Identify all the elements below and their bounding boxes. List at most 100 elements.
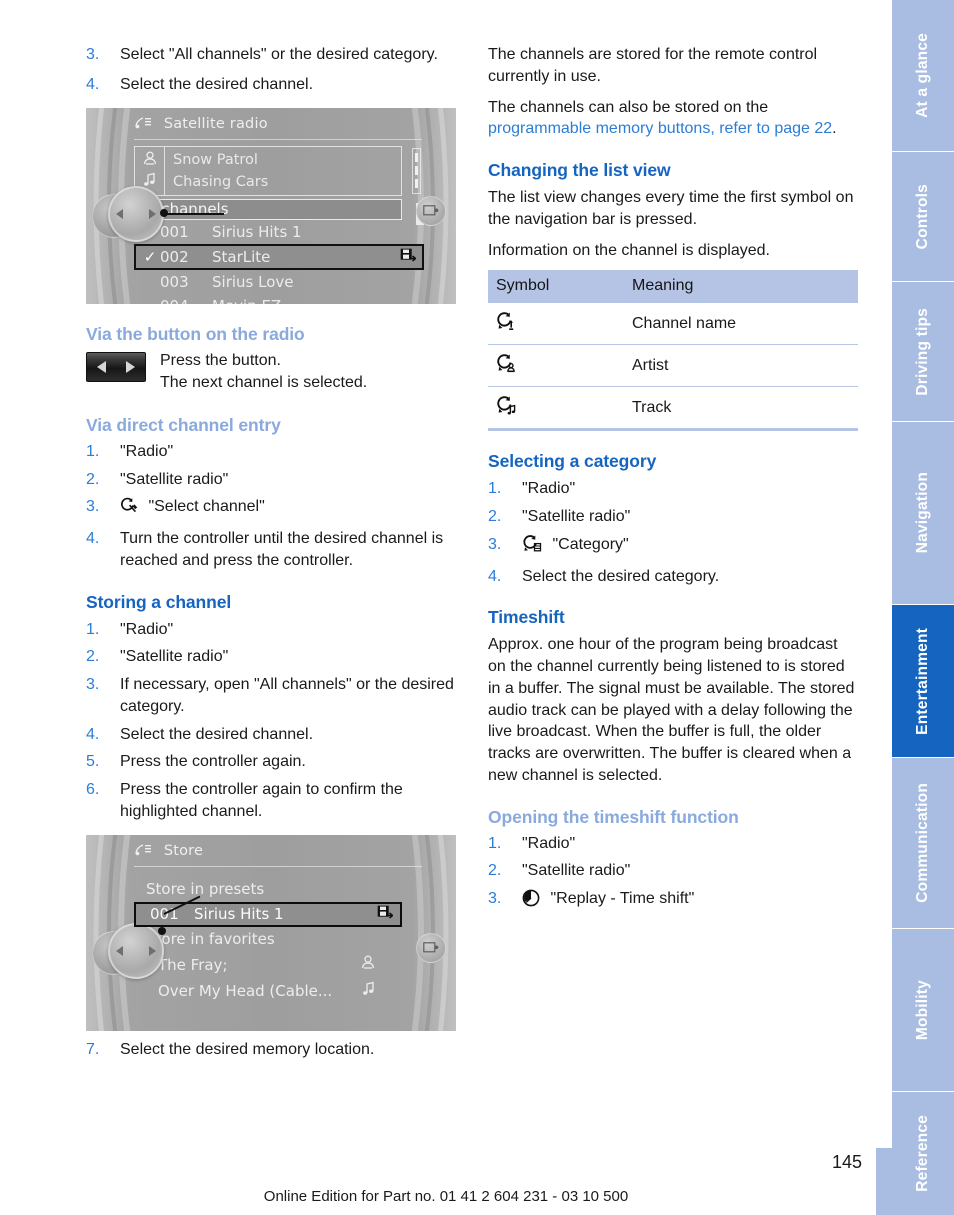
step-text: Select "All channels" or the desired cat… (120, 46, 438, 63)
meaning-track: Track (624, 386, 858, 432)
music-note-icon (361, 981, 402, 1000)
sidebar-tab-reference[interactable]: Reference (892, 1092, 954, 1215)
list-item: 4. Select the desired channel. (86, 74, 456, 96)
idrive-title-text: Store (163, 842, 204, 859)
step-number: 2. (488, 862, 502, 880)
step-text: Select the desired category. (522, 567, 720, 585)
step-text: "Radio" (120, 620, 174, 638)
paragraph-timeshift: Approx. one hour of the program being br… (488, 636, 855, 784)
paragraph-list-view-2: Information on the channel is displayed. (488, 241, 770, 259)
list-item: 4. Select the desired channel. (86, 724, 456, 746)
store-favorite-row[interactable]: Over My Head (Cable... (134, 978, 402, 1004)
idrive-content-list: Snow Patrol Chasing Cars All channels 00… (134, 145, 424, 304)
step-number: 3. (86, 46, 100, 63)
now-playing-track: Chasing Cars (173, 173, 269, 190)
select-channel-icon (120, 497, 139, 522)
step-number: 6. (86, 781, 100, 799)
sidebar-tab-label: Communication (914, 783, 931, 903)
artist-circle-icon (488, 344, 624, 388)
heading-opening-timeshift-function: Opening the timeshift function (488, 806, 739, 827)
list-item: 1. "Radio" (488, 833, 858, 855)
channel-name: Sirius Love (212, 272, 294, 291)
list-section-header[interactable]: All channels (134, 198, 402, 220)
favorite-name: Over My Head (Cable... (158, 981, 333, 1000)
channel-row-selected[interactable]: ✓ 002 StarLite (134, 243, 424, 270)
channel-name: StarLite (212, 247, 271, 266)
knob-left-arrow-icon (116, 208, 123, 219)
store-favorite-row[interactable]: The Fray; (134, 952, 402, 978)
step-text: "Select channel" (148, 498, 265, 516)
list-item: 7. Select the desired memory location. (86, 1039, 456, 1061)
list-item: 4. Select the desired category. (488, 566, 858, 588)
select-category-steps-list: 1. "Radio" 2. "Satellite radio" 3. "Cate… (488, 478, 858, 587)
list-item: 3. "Category" (488, 534, 858, 560)
para-prefix: The channels can also be stored on the (488, 98, 769, 116)
step-number: 1. (86, 620, 100, 638)
store-preset-row-selected[interactable]: 001 Sirius Hits 1 (134, 901, 402, 927)
step-text: "Radio" (522, 480, 576, 498)
knob-face[interactable] (108, 922, 164, 979)
sidebar-tab-at-a-glance[interactable]: At a glance (892, 0, 954, 151)
step-text: Press the controller again to confirm th… (120, 781, 403, 820)
step-number: 3. (488, 890, 502, 907)
now-playing-box: Snow Patrol Chasing Cars (134, 145, 421, 196)
category-icon (522, 534, 543, 560)
sidebar-tab-label: Entertainment (914, 627, 931, 735)
meaning-artist: Artist (624, 344, 858, 388)
heading-timeshift: Timeshift (488, 607, 565, 628)
channel-name-icon (488, 303, 624, 346)
step-text: "Satellite radio" (522, 508, 631, 525)
channel-number: 002 (160, 247, 189, 266)
store-presets-label: Store in presets (146, 879, 265, 898)
meaning-channel-name: Channel name (624, 303, 858, 346)
step-number: 1. (488, 480, 502, 498)
step-number: 4. (86, 530, 100, 548)
opening-timeshift-steps-list: 1. "Radio" 2. "Satellite radio" 3. "Repl… (488, 833, 858, 914)
footer-edition-note: Online Edition for Part no. 01 41 2 604 … (263, 1188, 629, 1205)
channel-name: Sirius Hits 1 (212, 222, 302, 241)
sidebar-tab-controls[interactable]: Controls (892, 152, 954, 281)
step-number: 4. (86, 75, 100, 93)
cross-reference-link[interactable]: programmable memory buttons, refer to pa… (488, 120, 832, 137)
sidebar-tab-navigation[interactable]: Navigation (892, 422, 954, 604)
top-steps-list: 3. Select "All channels" or the desired … (86, 44, 456, 96)
scrollbar-indicator[interactable] (412, 147, 421, 194)
channel-number: 001 (160, 222, 189, 241)
list-item: 3. Select "All channels" or the desired … (86, 44, 456, 66)
step-text: "Satellite radio" (120, 470, 229, 488)
list-item: 2. "Satellite radio" (488, 860, 858, 882)
list-item: 3. If necessary, open "All channels" or … (86, 674, 456, 718)
page-number: 145 (831, 1152, 862, 1172)
step-text: "Replay - Time shift" (550, 890, 695, 907)
idrive-screenshot-satellite-radio: Satellite radio Snow Patrol Chasing Cars… (86, 107, 456, 304)
left-column: 3. Select "All channels" or the desired … (86, 44, 456, 1066)
heading-changing-list-view: Changing the list view (488, 160, 671, 180)
sidebar-tab-communication[interactable]: Communication (892, 758, 954, 928)
channel-number: 003 (160, 272, 189, 291)
sidebar-tab-label: Mobility (914, 979, 931, 1041)
track-circle-icon (488, 386, 624, 432)
now-playing-texts: Snow Patrol Chasing Cars (165, 147, 401, 195)
list-item: 5. Press the controller again. (86, 751, 456, 773)
channel-row[interactable]: 003 Sirius Love (134, 270, 402, 294)
sidebar-tab-driving-tips[interactable]: Driving tips (892, 282, 954, 421)
sidebar-tab-label: Driving tips (914, 307, 931, 396)
artist-icon (142, 151, 158, 170)
step-text: Select the desired memory location. (120, 1040, 375, 1058)
knob-face[interactable] (108, 185, 164, 242)
table-row: Artist (488, 344, 858, 388)
list-item: 4. Turn the controller until the desired… (86, 528, 456, 572)
step-text: "Satellite radio" (522, 862, 631, 880)
radio-button-line-1: Press the button. (160, 351, 281, 369)
channel-row[interactable]: 001 Sirius Hits 1 (134, 220, 402, 244)
channel-row[interactable]: 004 Movin EZ (134, 294, 402, 304)
column-header-meaning: Meaning (624, 270, 858, 304)
idrive-screenshot-store: Store Store in presets 001 Sirius Hits 1 (86, 834, 456, 1031)
step-number: 2. (86, 470, 100, 488)
radio-seek-button[interactable] (86, 351, 146, 382)
sidebar-tab-mobility[interactable]: Mobility (892, 929, 954, 1091)
sidebar-tab-entertainment[interactable]: Entertainment (892, 605, 954, 757)
heading-via-button-on-radio: Via the button on the radio (86, 323, 305, 344)
radio-button-text: Press the button. The next channel is se… (146, 350, 367, 395)
step-number: 2. (86, 648, 100, 666)
